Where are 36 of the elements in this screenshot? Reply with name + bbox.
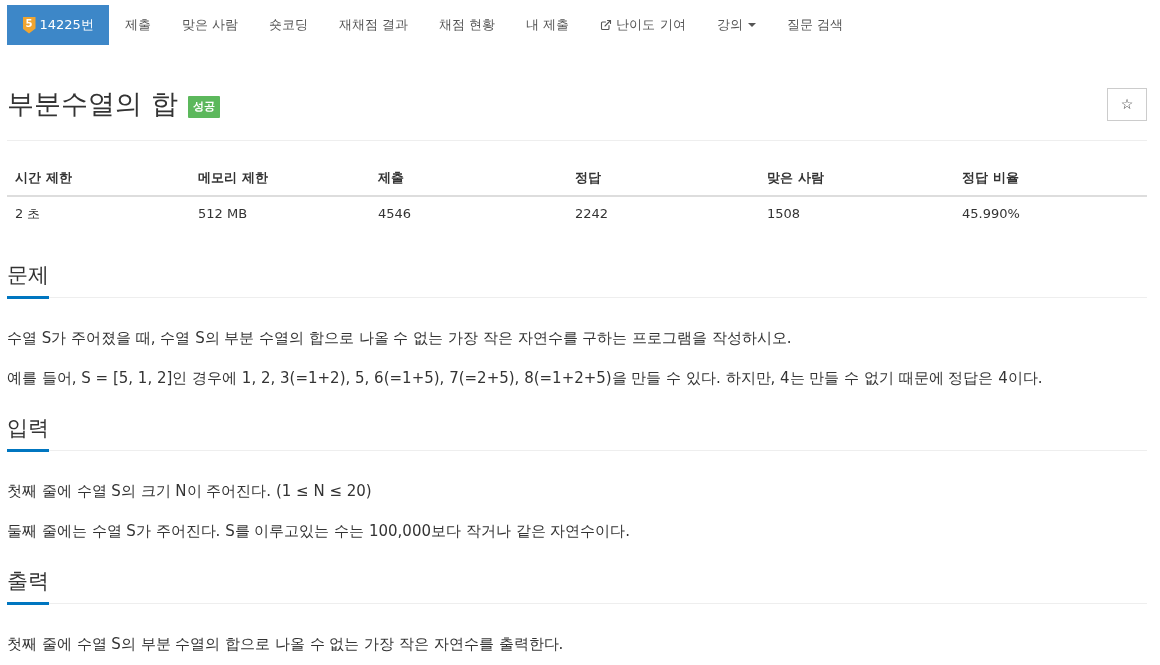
section-heading: 문제	[7, 260, 49, 299]
nav-tab[interactable]: 맞은 사람	[166, 5, 254, 45]
table-cell-text: 2242	[574, 205, 610, 223]
column-header: 제출	[370, 161, 567, 197]
problem-title: 부분수열의 합	[7, 87, 178, 121]
nav-tab[interactable]: 5 14225번	[7, 5, 110, 45]
paragraph: 첫째 줄에 수열 S의 크기 N이 주어진다. (1 ≤ N ≤ 20)	[7, 481, 373, 502]
result-badge: 성공	[187, 96, 220, 118]
nav-tab[interactable]: 채점 현황	[423, 5, 511, 45]
table-cell-text: 2 초	[14, 204, 42, 223]
star-button[interactable]: ☆	[1107, 87, 1147, 121]
section-heading: 출력	[7, 566, 49, 605]
column-header: 맞은 사람	[759, 161, 954, 197]
column-header: 시간 제한	[7, 161, 190, 197]
paragraph: 둘째 줄에는 수열 S가 주어진다. S를 이루고있는 수는 100,000보다 작거나 같은 자연수이다.	[7, 521, 632, 542]
nav-tab[interactable]: 재채점 결과	[323, 5, 424, 45]
nav-tab[interactable]: 숏코딩	[253, 5, 324, 45]
nav-tab[interactable]: 난이도 기여	[584, 5, 702, 45]
paragraph: 첫째 줄에 수열 S의 부분 수열의 합으로 나올 수 없는 가장 작은 자연수를 출력한다.	[7, 634, 565, 655]
paragraph: 수열 S가 주어졌을 때, 수열 S의 부분 수열의 합으로 나올 수 없는 가장 작은 자연수를 구하는 프로그램을 작성하시오.	[7, 328, 793, 349]
caret-icon	[747, 23, 756, 27]
table-cell-text: 512 MB	[197, 205, 249, 223]
external-link-icon	[600, 19, 613, 31]
tier-badge: 5	[22, 16, 36, 34]
table-cell-text: 1508	[766, 205, 802, 223]
nav-tab[interactable]: 내 제출	[510, 5, 585, 45]
nav-tab[interactable]: 강의	[701, 5, 772, 45]
column-header: 정답	[567, 161, 759, 197]
nav-tab[interactable]: 질문 검색	[771, 5, 859, 45]
section-heading: 입력	[7, 413, 49, 452]
table-cell-text: 4546	[377, 205, 413, 223]
paragraph: 예를 들어, S = [5, 1, 2]인 경우에 1, 2, 3(=1+2), 5, 6(=1+5), 7(=2+5), 8(=1+2+5)을 만들 수 있다. 하지만, 4는 만들 수 없기 때문에 정답은 4이다.	[7, 368, 1044, 389]
table-cell-text: 45.990%	[961, 205, 1021, 223]
nav-tab[interactable]: 제출	[109, 5, 167, 45]
column-header: 정답 비율	[954, 161, 1147, 197]
column-header: 메모리 제한	[190, 161, 370, 197]
